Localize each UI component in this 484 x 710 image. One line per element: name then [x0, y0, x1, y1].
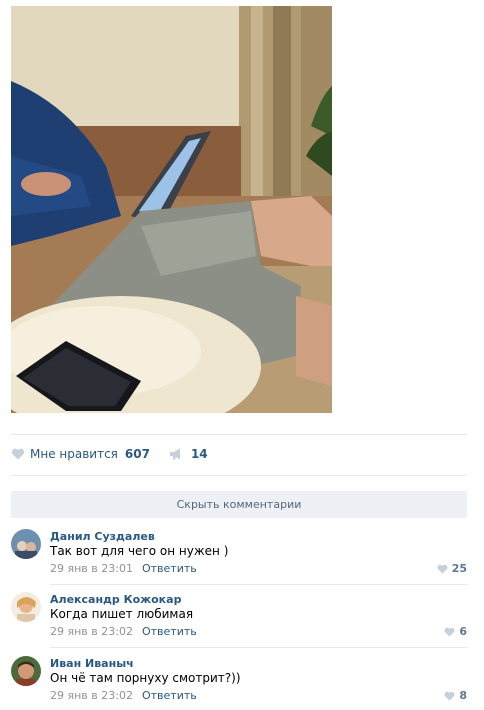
comment-item: Иван Иваныч Он чё там порнуху смотрит?))… [11, 656, 467, 710]
reply-button[interactable]: Ответить [142, 562, 197, 575]
avatar-image [11, 592, 41, 622]
comment-text: Когда пишет любимая [50, 607, 194, 621]
comment-like-count: 6 [459, 625, 467, 638]
like-label: Мне нравится [30, 447, 118, 461]
heart-icon [444, 627, 455, 636]
comment-item: Данил Суздалев Так вот для чего он нужен… [11, 529, 467, 585]
comment-text: Он чё там порнуху смотрит?)) [50, 671, 241, 685]
comment-like-button[interactable]: 6 [444, 625, 467, 638]
divider [11, 475, 467, 476]
avatar[interactable] [11, 592, 41, 622]
heart-icon [444, 691, 455, 700]
megaphone-icon [169, 448, 180, 460]
comment-meta: 29 янв в 23:02 Ответить [50, 625, 197, 638]
hide-comments-button[interactable]: Скрыть комментарии [11, 491, 467, 518]
comment-author[interactable]: Александр Кожокар [50, 593, 181, 606]
heart-icon [437, 564, 448, 573]
avatar-image [11, 656, 41, 686]
like-count: 607 [124, 447, 150, 461]
photo-image [11, 6, 332, 413]
comment-like-button[interactable]: 8 [444, 689, 467, 702]
comment-item: Александр Кожокар Когда пишет любимая 29… [11, 592, 467, 648]
comment-author[interactable]: Иван Иваныч [50, 657, 134, 670]
comment-like-count: 25 [451, 562, 467, 575]
reply-button[interactable]: Ответить [142, 689, 197, 702]
comment-like-button[interactable]: 25 [437, 562, 467, 575]
avatar-image [11, 529, 41, 559]
comment-date[interactable]: 29 янв в 23:01 [50, 562, 133, 575]
heart-icon [11, 448, 25, 460]
post-actions: Мне нравится 607 14 [11, 444, 208, 464]
comment-divider [50, 584, 467, 585]
hide-comments-label: Скрыть комментарии [176, 498, 302, 511]
comment-meta: 29 янв в 23:01 Ответить [50, 562, 197, 575]
post-view: Мне нравится 607 14 Скрыть комментарии Д… [0, 0, 484, 710]
comment-like-count: 8 [459, 689, 467, 702]
comment-date[interactable]: 29 янв в 23:02 [50, 625, 133, 638]
comment-divider [50, 647, 467, 648]
divider [11, 434, 467, 435]
comment-author[interactable]: Данил Суздалев [50, 530, 155, 543]
avatar[interactable] [11, 529, 41, 559]
comment-meta: 29 янв в 23:02 Ответить [50, 689, 197, 702]
comment-date[interactable]: 29 янв в 23:02 [50, 689, 133, 702]
comment-text: Так вот для чего он нужен ) [50, 544, 229, 558]
like-button[interactable]: Мне нравится 607 [11, 447, 150, 461]
post-photo[interactable] [11, 6, 332, 413]
share-count: 14 [190, 447, 208, 461]
avatar[interactable] [11, 656, 41, 686]
reply-button[interactable]: Ответить [142, 625, 197, 638]
share-button[interactable]: 14 [169, 447, 208, 461]
